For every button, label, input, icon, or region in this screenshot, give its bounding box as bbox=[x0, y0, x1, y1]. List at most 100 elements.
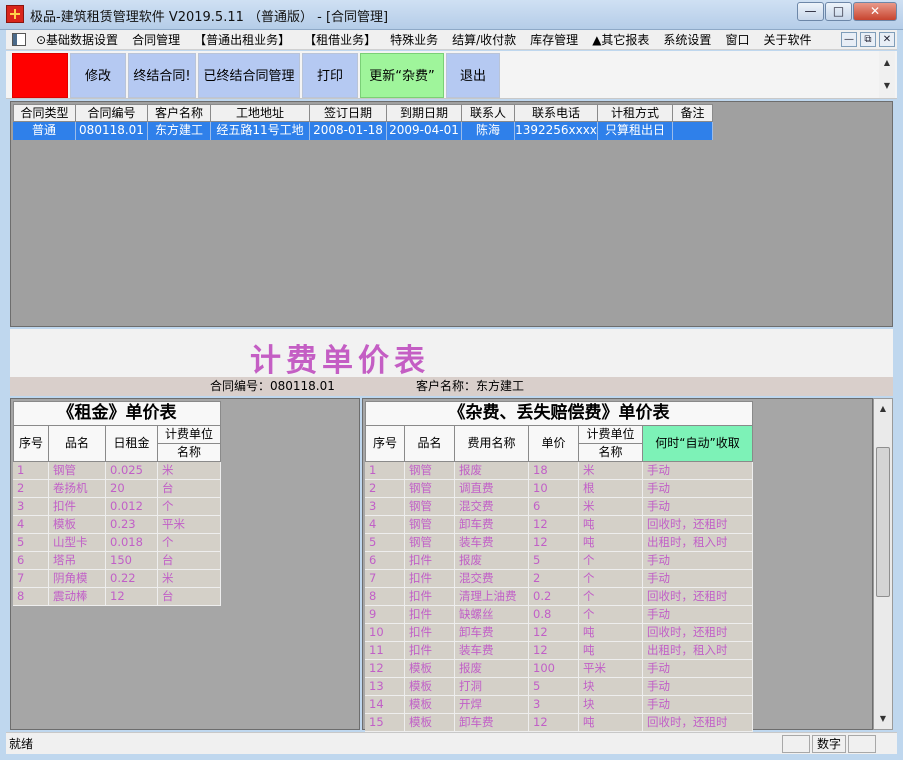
fee-cell[interactable]: 扣件 bbox=[405, 624, 455, 642]
exit-button[interactable]: 退出 bbox=[446, 53, 500, 98]
rent-cell[interactable]: 个 bbox=[158, 498, 221, 516]
window-titlebar[interactable]: 极品-建筑租赁管理软件 V2019.5.11 （普通版） - [合同管理] — … bbox=[0, 0, 903, 30]
menu-inventory[interactable]: 库存管理 bbox=[530, 32, 578, 48]
fee-cell[interactable]: 12 bbox=[365, 660, 405, 678]
menu-settlement[interactable]: 结算/收付款 bbox=[452, 32, 516, 48]
fee-cell[interactable]: 吨 bbox=[579, 642, 643, 660]
rent-cell[interactable]: 7 bbox=[13, 570, 49, 588]
scroll-down-icon[interactable]: ▼ bbox=[879, 74, 895, 97]
rent-cell[interactable]: 塔吊 bbox=[49, 552, 106, 570]
rent-cell[interactable]: 卷扬机 bbox=[49, 480, 106, 498]
table-row[interactable]: 1 钢管 报废 18 米手动 bbox=[365, 462, 753, 480]
terminate-contract-button[interactable]: 终结合同! bbox=[128, 53, 196, 98]
rent-cell[interactable]: 钢管 bbox=[49, 462, 106, 480]
fee-cell[interactable]: 报废 bbox=[455, 552, 529, 570]
edit-button[interactable]: 修改 bbox=[70, 53, 126, 98]
fee-cell[interactable]: 模板 bbox=[405, 696, 455, 714]
rent-cell[interactable]: 3 bbox=[13, 498, 49, 516]
scroll-up-icon[interactable]: ▲ bbox=[879, 51, 895, 74]
fee-col-price[interactable]: 单价 bbox=[529, 426, 579, 462]
table-row[interactable]: 3 钢管 混交费 6 米手动 bbox=[365, 498, 753, 516]
fee-cell[interactable]: 0.8 bbox=[529, 606, 579, 624]
fee-cell[interactable]: 手动 bbox=[643, 570, 753, 588]
table-row[interactable]: 11 扣件 装车费 12 吨出租时，租入时 bbox=[365, 642, 753, 660]
fee-cell[interactable]: 块 bbox=[579, 678, 643, 696]
child-restore-button[interactable]: ⧉ bbox=[860, 32, 876, 47]
menu-other-reports[interactable]: ▲其它报表 bbox=[592, 32, 649, 48]
fee-cell[interactable]: 100 bbox=[529, 660, 579, 678]
fee-cell[interactable]: 回收时，还租时 bbox=[643, 624, 753, 642]
fee-cell[interactable]: 混交费 bbox=[455, 570, 529, 588]
rent-cell[interactable]: 2 bbox=[13, 480, 49, 498]
table-row[interactable]: 12 模板 报废 100 平米 手动 bbox=[365, 660, 753, 678]
fee-cell[interactable]: 手动 bbox=[643, 498, 753, 516]
table-row[interactable]: 14 模板 开焊 3 块手动 bbox=[365, 696, 753, 714]
fee-cell[interactable]: 出租时，租入时 bbox=[643, 534, 753, 552]
table-row[interactable]: 13 模板 打洞 5 块手动 bbox=[365, 678, 753, 696]
fee-cell[interactable]: 模板 bbox=[405, 678, 455, 696]
fee-cell[interactable]: 手动 bbox=[643, 696, 753, 714]
fee-cell[interactable]: 吨 bbox=[579, 534, 643, 552]
minimize-button[interactable]: — bbox=[797, 2, 824, 21]
fee-cell[interactable]: 个 bbox=[579, 570, 643, 588]
cell-expire-date[interactable]: 2009-04-01 bbox=[387, 122, 462, 140]
table-row[interactable]: 1 钢管 0.025 米 bbox=[13, 462, 221, 480]
fee-cell[interactable]: 1 bbox=[365, 462, 405, 480]
fee-col-name[interactable]: 品名 bbox=[405, 426, 455, 462]
table-row[interactable]: 2 钢管 调直费 10 根手动 bbox=[365, 480, 753, 498]
fee-cell[interactable]: 10 bbox=[529, 480, 579, 498]
table-row[interactable]: 4 钢管 卸车费 12 吨回收时，还租时 bbox=[365, 516, 753, 534]
rent-col-unit[interactable]: 计费单位 名称 bbox=[158, 426, 221, 462]
rent-col-name[interactable]: 品名 bbox=[49, 426, 106, 462]
cell-site-address[interactable]: 经五路11号工地 bbox=[211, 122, 310, 140]
fee-cell[interactable]: 18 bbox=[529, 462, 579, 480]
scroll-up-icon[interactable]: ▲ bbox=[876, 402, 890, 416]
table-row[interactable]: 6 塔吊 150 台 bbox=[13, 552, 221, 570]
col-customer[interactable]: 客户名称 bbox=[148, 104, 211, 122]
menu-about[interactable]: 关于软件 bbox=[763, 32, 811, 48]
fee-cell[interactable]: 回收时，还租时 bbox=[643, 588, 753, 606]
fee-cell[interactable]: 12 bbox=[529, 516, 579, 534]
fee-cell[interactable]: 扣件 bbox=[405, 642, 455, 660]
fee-cell[interactable]: 个 bbox=[579, 588, 643, 606]
fee-col-when[interactable]: 何时“自动”收取 bbox=[643, 426, 753, 462]
fee-col-unit[interactable]: 计费单位 名称 bbox=[579, 426, 643, 462]
col-sign-date[interactable]: 签订日期 bbox=[310, 104, 387, 122]
fee-cell[interactable]: 扣件 bbox=[405, 552, 455, 570]
fee-cell[interactable]: 7 bbox=[365, 570, 405, 588]
close-window-button[interactable]: ✕ bbox=[853, 2, 897, 21]
fee-cell[interactable]: 6 bbox=[529, 498, 579, 516]
fee-cell[interactable]: 2 bbox=[529, 570, 579, 588]
red-indicator-button[interactable] bbox=[12, 53, 68, 98]
fee-cell[interactable]: 12 bbox=[529, 624, 579, 642]
fee-col-no[interactable]: 序号 bbox=[365, 426, 405, 462]
menu-system-settings[interactable]: 系统设置 bbox=[663, 32, 711, 48]
fee-cell[interactable]: 根 bbox=[579, 480, 643, 498]
fee-cell[interactable]: 卸车费 bbox=[455, 624, 529, 642]
col-phone[interactable]: 联系电话 bbox=[515, 104, 598, 122]
rent-cell[interactable]: 8 bbox=[13, 588, 49, 606]
cell-contract-type[interactable]: 普通 bbox=[13, 122, 76, 140]
print-button[interactable]: 打印 bbox=[302, 53, 358, 98]
fee-cell[interactable]: 钢管 bbox=[405, 534, 455, 552]
col-expire-date[interactable]: 到期日期 bbox=[387, 104, 462, 122]
fee-cell[interactable]: 8 bbox=[365, 588, 405, 606]
maximize-button[interactable]: □ bbox=[825, 2, 852, 21]
fee-cell[interactable]: 手动 bbox=[643, 678, 753, 696]
fee-cell[interactable]: 扣件 bbox=[405, 570, 455, 588]
fee-cell[interactable]: 2 bbox=[365, 480, 405, 498]
table-row[interactable]: 普通 080118.01 东方建工 经五路11号工地 2008-01-18 20… bbox=[13, 122, 713, 140]
fee-cell[interactable]: 回收时，还租时 bbox=[643, 714, 753, 732]
table-row[interactable]: 5 山型卡 0.018 个 bbox=[13, 534, 221, 552]
rent-cell[interactable]: 6 bbox=[13, 552, 49, 570]
fee-cell[interactable]: 12 bbox=[529, 534, 579, 552]
rent-cell[interactable]: 0.23 bbox=[106, 516, 158, 534]
menu-borrow[interactable]: 【租借业务】 bbox=[304, 32, 376, 48]
fee-cell[interactable]: 模板 bbox=[405, 660, 455, 678]
rent-cell[interactable]: 阴角模 bbox=[49, 570, 106, 588]
document-icon[interactable] bbox=[12, 33, 26, 46]
fee-cell[interactable]: 5 bbox=[529, 678, 579, 696]
fee-cell[interactable]: 6 bbox=[365, 552, 405, 570]
table-row[interactable]: 5 钢管 装车费 12 吨出租时，租入时 bbox=[365, 534, 753, 552]
rent-cell[interactable]: 震动棒 bbox=[49, 588, 106, 606]
